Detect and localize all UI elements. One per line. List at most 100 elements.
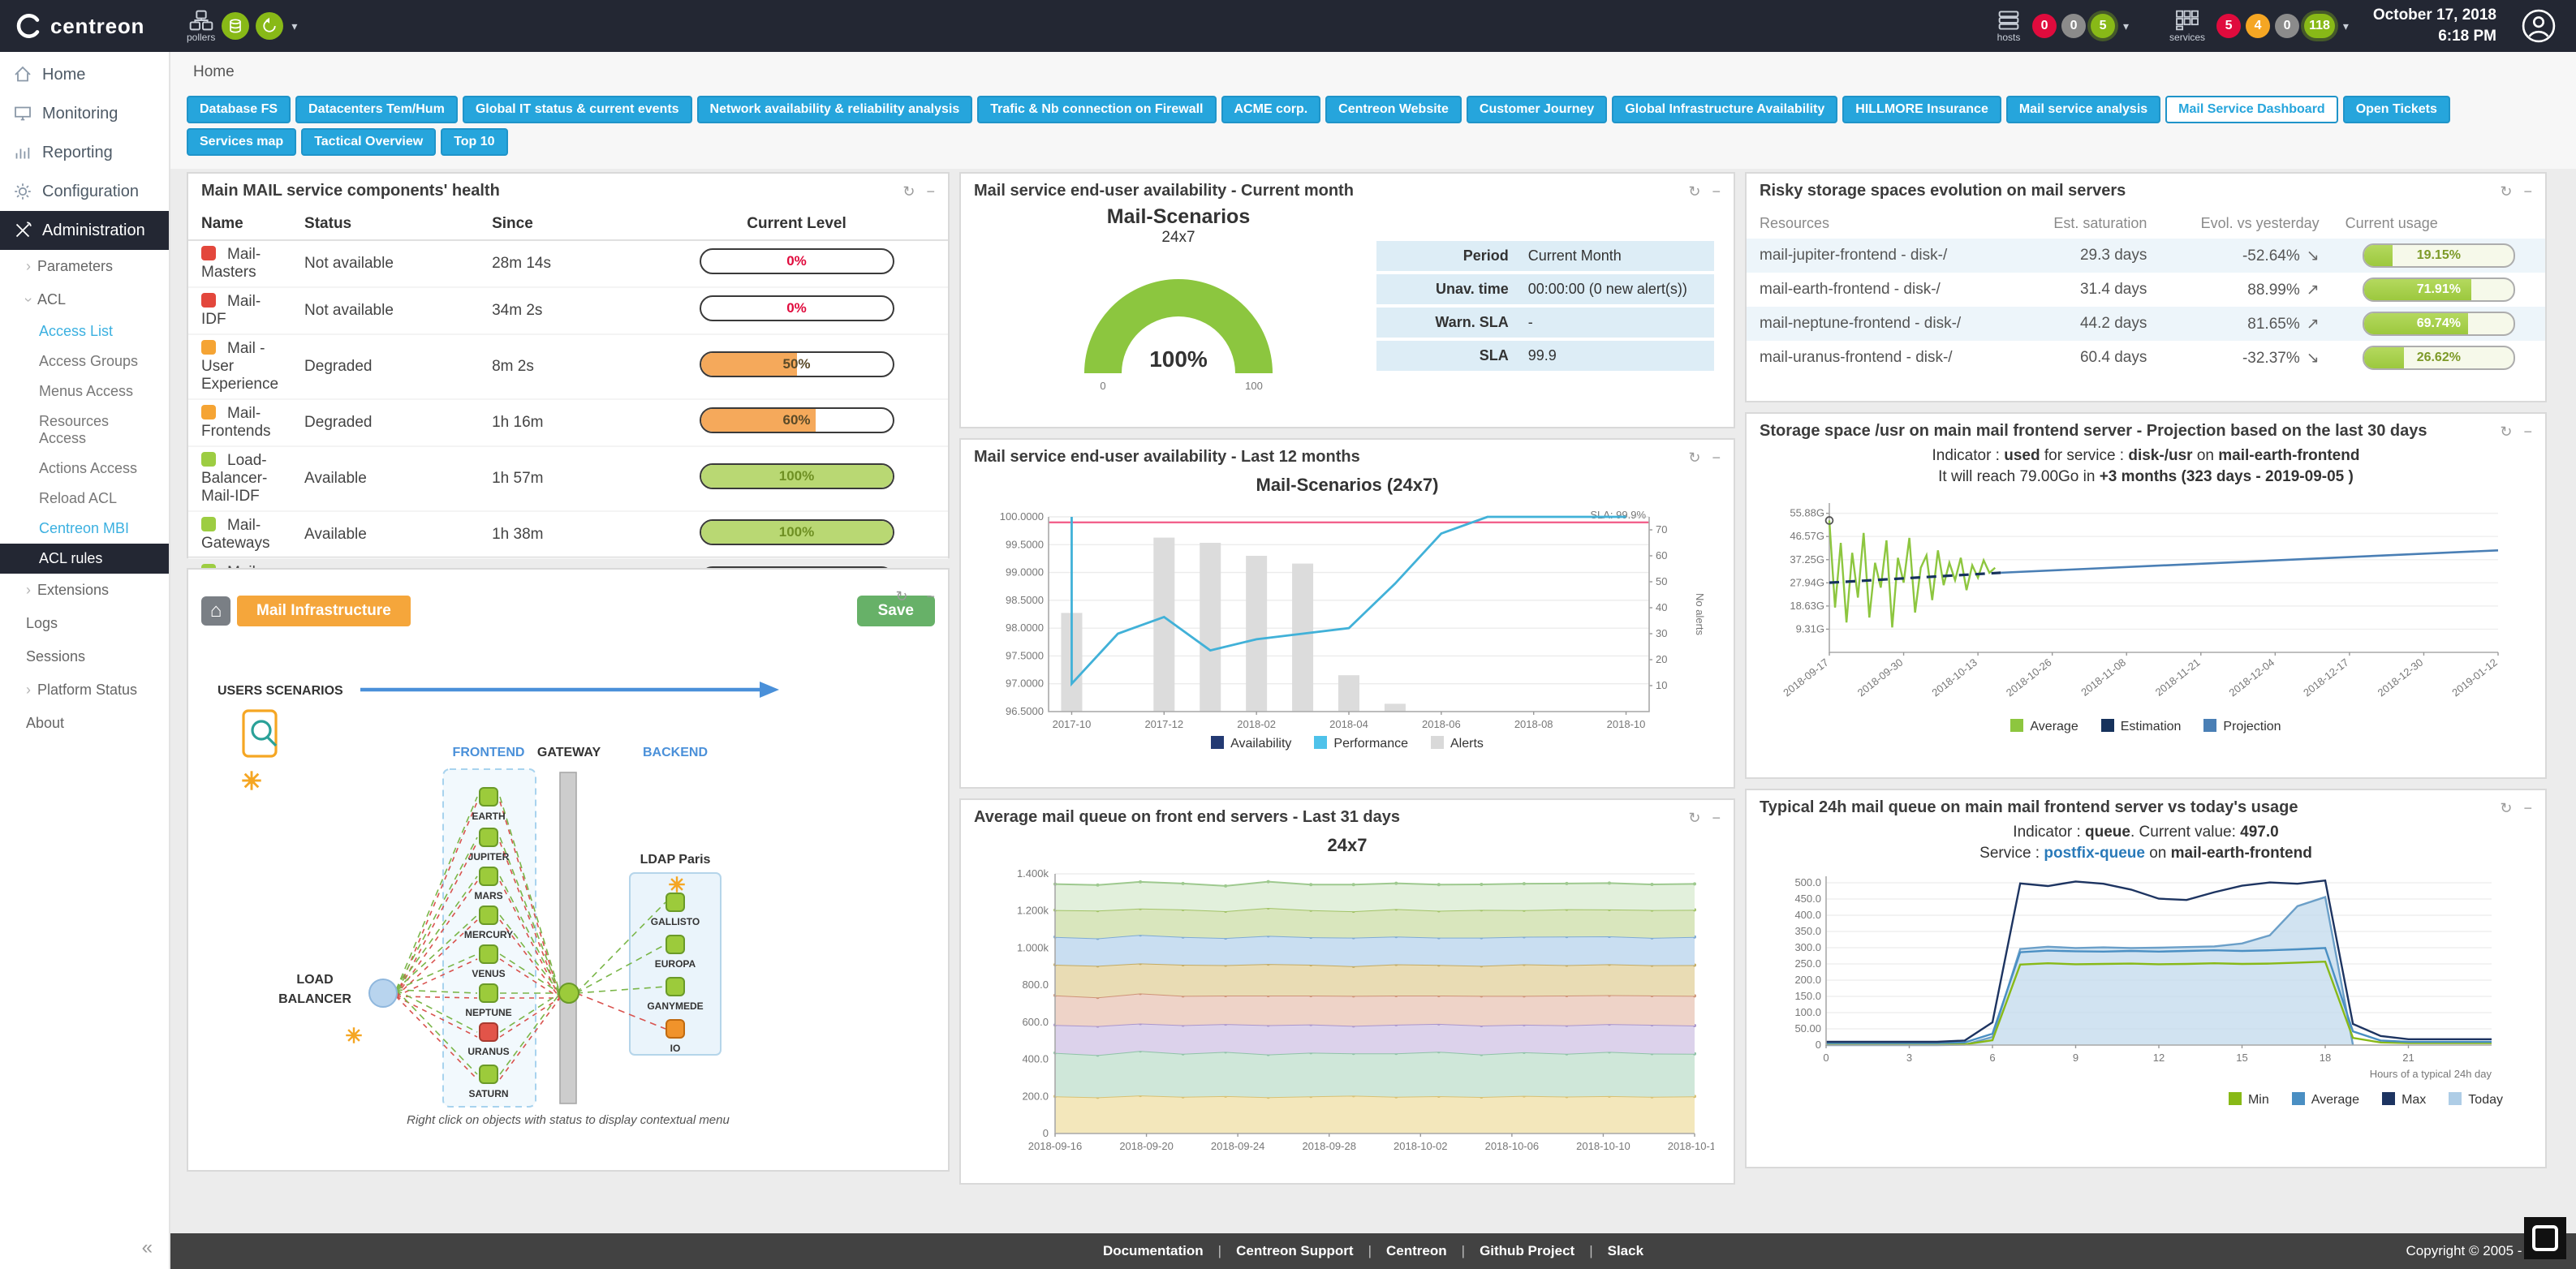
sidebar-item-extensions[interactable]: ›Extensions (0, 574, 169, 607)
hosts-status[interactable]: hosts 005 ▾ (1997, 10, 2129, 42)
footer-link-centreon[interactable]: Centreon (1386, 1243, 1447, 1259)
footer-link-centreon-support[interactable]: Centreon Support (1236, 1243, 1354, 1259)
tab-mail-service-dashboard[interactable]: Mail Service Dashboard (2165, 96, 2338, 123)
counter-badge[interactable]: 0 (2032, 14, 2057, 38)
refresh-icon[interactable]: ↻ (2500, 184, 2512, 199)
centreon-logo[interactable]: centreon (0, 13, 170, 39)
tab-customer-journey[interactable]: Customer Journey (1467, 96, 1607, 123)
minimize-icon[interactable]: − (926, 184, 935, 199)
minimize-icon[interactable]: − (2523, 424, 2532, 439)
footer-link-documentation[interactable]: Documentation (1103, 1243, 1204, 1259)
database-icon[interactable] (222, 12, 249, 40)
chevron-down-icon[interactable]: ▾ (2123, 19, 2129, 33)
chevron-down-icon[interactable]: ▾ (2343, 19, 2349, 33)
breadcrumb[interactable]: Home (170, 52, 2576, 86)
tab-acme-corp[interactable]: ACME corp. (1221, 96, 1321, 123)
svg-text:No alerts: No alerts (1694, 593, 1706, 636)
resource-name[interactable]: mail-uranus-frontend - disk-/ (1747, 341, 2018, 375)
sidebar-item-resources-access[interactable]: Resources Access (0, 407, 169, 454)
refresh-icon[interactable]: ↻ (2500, 801, 2512, 815)
refresh-icon[interactable]: ↻ (902, 184, 915, 199)
sidebar-item-label: Configuration (42, 183, 139, 201)
minimize-icon[interactable]: − (926, 588, 935, 604)
legend-item: Alerts (1431, 736, 1484, 751)
resource-name[interactable]: mail-neptune-frontend - disk-/ (1747, 307, 2018, 341)
counter-badge[interactable]: 4 (2246, 14, 2270, 38)
tab-top-10[interactable]: Top 10 (441, 128, 507, 156)
counter-badge[interactable]: 118 (2304, 14, 2335, 38)
resource-name[interactable]: mail-earth-frontend - disk-/ (1747, 273, 2018, 307)
minimize-icon[interactable]: − (1712, 450, 1721, 465)
pollers-menu[interactable]: pollers ▾ (187, 10, 297, 42)
sidebar-item-access-groups[interactable]: Access Groups (0, 346, 169, 376)
level-bar: 100% (700, 519, 894, 545)
sidebar-item-administration[interactable]: Administration (0, 211, 169, 250)
tab-services-map[interactable]: Services map (187, 128, 296, 156)
sidebar-item-logs[interactable]: Logs (0, 607, 169, 640)
gateway-node[interactable] (559, 983, 579, 1003)
sidebar-item-reload-acl[interactable]: Reload ACL (0, 484, 169, 514)
diagram-footnote: Right click on objects with status to di… (188, 1113, 948, 1127)
sidebar-item-monitoring[interactable]: Monitoring (0, 94, 169, 133)
tab-centreon-website[interactable]: Centreon Website (1325, 96, 1462, 123)
service-since: 1h 16m (479, 399, 645, 446)
footer-link-github-project[interactable]: Github Project (1480, 1243, 1574, 1259)
sidebar-item-home[interactable]: Home (0, 55, 169, 94)
svg-text:2018-09-24: 2018-09-24 (1211, 1140, 1265, 1152)
minimize-icon[interactable]: − (1712, 811, 1721, 825)
service-row: Load-Balancer-Mail-IDFAvailable1h 57m100… (188, 446, 948, 511)
tab-trafic-nb-connection-on-firewall[interactable]: Trafic & Nb connection on Firewall (977, 96, 1216, 123)
refresh-icon[interactable]: ↻ (1688, 450, 1700, 465)
sidebar-item-about[interactable]: About (0, 707, 169, 740)
kiosk-button[interactable] (2524, 1217, 2566, 1259)
sidebar-collapse-button[interactable]: « (142, 1237, 153, 1259)
tab-global-it-status-current-events[interactable]: Global IT status & current events (463, 96, 692, 123)
sidebar-item-menus-access[interactable]: Menus Access (0, 376, 169, 407)
tab-network-availability-reliability-analysis[interactable]: Network availability & reliability analy… (697, 96, 973, 123)
tab-mail-service-analysis[interactable]: Mail service analysis (2006, 96, 2160, 123)
svg-text:400.0: 400.0 (1022, 1053, 1049, 1065)
tab-open-tickets[interactable]: Open Tickets (2343, 96, 2450, 123)
tab-datacenters-tem-hum[interactable]: Datacenters Tem/Hum (295, 96, 458, 123)
minimize-icon[interactable]: − (2523, 184, 2532, 199)
counter-badge[interactable]: 0 (2275, 14, 2299, 38)
panel-title: Mail service end-user availability - Las… (974, 448, 1677, 467)
chevron-down-icon[interactable]: ▾ (291, 19, 297, 33)
svg-text:350.0: 350.0 (1794, 925, 1821, 937)
tab-database-fs[interactable]: Database FS (187, 96, 291, 123)
counter-badge[interactable]: 0 (2061, 14, 2086, 38)
sidebar-item-access-list[interactable]: Access List (0, 316, 169, 346)
tab-global-infrastructure-availability[interactable]: Global Infrastructure Availability (1612, 96, 1837, 123)
sidebar-item-parameters[interactable]: ›Parameters (0, 250, 169, 283)
svg-text:40: 40 (1656, 601, 1667, 613)
sidebar-item-acl[interactable]: ›ACL (0, 283, 169, 316)
refresh-icon[interactable]: ↻ (896, 588, 908, 604)
services-status[interactable]: services 540118 ▾ (2169, 10, 2349, 42)
chevron-icon: › (20, 298, 37, 303)
sidebar-item-configuration[interactable]: Configuration (0, 172, 169, 211)
sync-icon[interactable] (256, 12, 283, 40)
tab-hillmore-insurance[interactable]: HILLMORE Insurance (1842, 96, 2001, 123)
refresh-icon[interactable]: ↻ (2500, 424, 2512, 439)
saturation-value: 29.3 days (2018, 239, 2160, 273)
resource-name[interactable]: mail-jupiter-frontend - disk-/ (1747, 239, 2018, 273)
refresh-icon[interactable]: ↻ (1688, 811, 1700, 825)
counter-badge[interactable]: 5 (2091, 14, 2115, 38)
svg-text:2018-09-30: 2018-09-30 (1855, 656, 1906, 699)
sidebar-item-actions-access[interactable]: Actions Access (0, 454, 169, 484)
user-avatar[interactable] (2521, 8, 2557, 44)
counter-badge[interactable]: 5 (2216, 14, 2241, 38)
sidebar-item-reporting[interactable]: Reporting (0, 133, 169, 172)
minimize-icon[interactable]: − (1712, 184, 1721, 199)
load-balancer-node[interactable] (369, 979, 397, 1007)
sidebar-item-acl-rules[interactable]: ACL rules (0, 544, 169, 574)
refresh-icon[interactable]: ↻ (1688, 184, 1700, 199)
footer-link-slack[interactable]: Slack (1608, 1243, 1643, 1259)
minimize-icon[interactable]: − (2523, 801, 2532, 815)
sidebar-item-centreon-mbi[interactable]: Centreon MBI (0, 514, 169, 544)
sidebar-item-sessions[interactable]: Sessions (0, 640, 169, 673)
svg-text:MARS: MARS (474, 890, 502, 901)
infrastructure-home-icon[interactable]: ⌂ (201, 596, 230, 626)
sidebar-item-platform-status[interactable]: ›Platform Status (0, 673, 169, 707)
tab-tactical-overview[interactable]: Tactical Overview (301, 128, 436, 156)
